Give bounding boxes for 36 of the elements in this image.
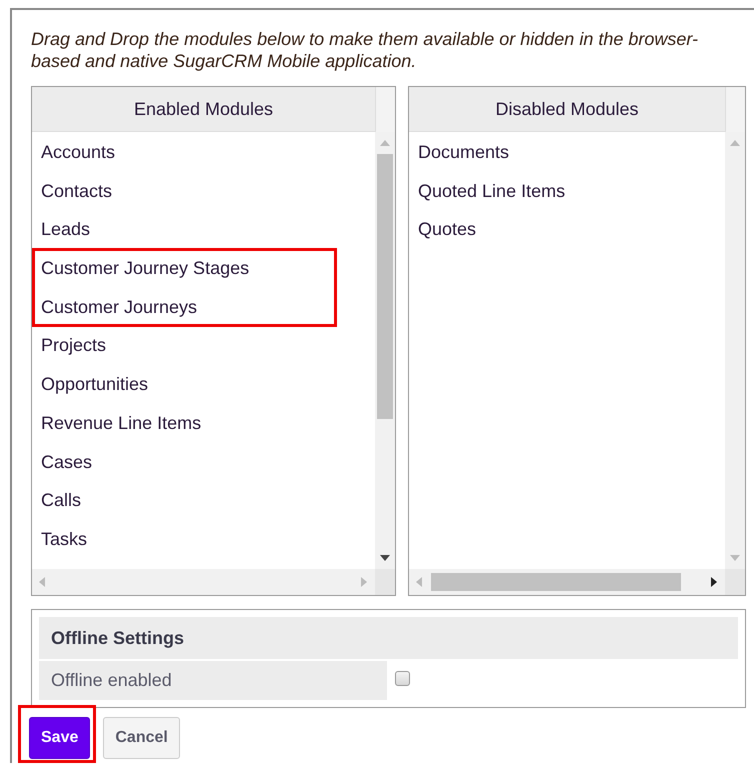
module-item[interactable]: Contacts (32, 172, 112, 210)
scroll-left-icon[interactable] (416, 577, 422, 587)
scroll-up-icon[interactable] (380, 140, 390, 146)
scroll-thumb[interactable] (431, 573, 681, 591)
offline-checkbox[interactable] (395, 671, 410, 686)
vertical-scrollbar[interactable] (375, 132, 395, 569)
module-item[interactable]: Customer Journey Stages (32, 249, 250, 288)
horizontal-scrollbar[interactable] (409, 569, 725, 595)
scrollbar-corner (375, 569, 395, 595)
module-item[interactable]: Documents (409, 133, 510, 172)
module-item[interactable]: Revenue Line Items (32, 404, 202, 442)
list-header: Enabled Modules (32, 87, 375, 132)
scroll-thumb[interactable] (377, 154, 393, 419)
cancel-button[interactable]: Cancel (103, 717, 180, 759)
module-item[interactable]: Opportunities (32, 365, 148, 404)
module-item[interactable]: Tasks (32, 520, 88, 559)
save-button[interactable]: Save (29, 717, 90, 759)
vertical-scrollbar[interactable] (725, 132, 745, 569)
section-title: Offline Settings (39, 617, 738, 659)
module-item[interactable]: Quotes (409, 210, 476, 250)
list-header: Disabled Modules (409, 87, 725, 132)
scrollbar-corner (725, 569, 745, 595)
module-item[interactable]: Accounts (32, 133, 116, 172)
module-item[interactable]: Cases (32, 442, 92, 482)
setting-label: Offline enabled (39, 661, 387, 700)
scroll-down-icon[interactable] (380, 555, 390, 561)
horizontal-scrollbar[interactable] (32, 569, 375, 595)
scroll-right-icon[interactable] (711, 577, 717, 587)
instructions-text: Drag and Drop the modules below to make them available or hidden in the browser-based and native SugarCRM Mobile application. (31, 28, 700, 72)
module-item[interactable]: Leads (32, 210, 90, 250)
module-item[interactable]: Customer Journeys (32, 288, 198, 326)
scroll-up-icon[interactable] (730, 140, 740, 146)
module-item[interactable]: Quoted Line Items (409, 172, 566, 210)
module-item[interactable]: Projects (32, 326, 106, 366)
scroll-left-icon[interactable] (39, 577, 45, 587)
module-item[interactable]: Calls (32, 481, 82, 520)
